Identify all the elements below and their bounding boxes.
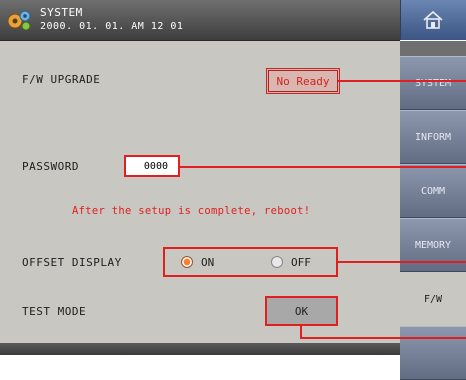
home-icon: [423, 10, 443, 29]
tab-memory[interactable]: MEMORY: [400, 218, 466, 272]
fw-upgrade-label: F/W UPGRADE: [22, 73, 101, 86]
title-bar: SYSTEM 2000. 01. 01. AM 12 01: [0, 0, 400, 41]
tab-inform[interactable]: INFORM: [400, 110, 466, 164]
tab-system[interactable]: SYSTEM: [400, 56, 466, 110]
reboot-notice: After the setup is complete, reboot!: [72, 205, 311, 217]
callout-line-ok-h: [300, 337, 466, 339]
offset-display-label: OFFSET DISPLAY: [22, 256, 122, 269]
radio-on-label: ON: [201, 256, 215, 269]
side-tabs: SYSTEM INFORM COMM MEMORY F/W: [400, 41, 466, 380]
test-mode-ok-button[interactable]: OK: [265, 296, 338, 326]
page-title: SYSTEM: [40, 6, 83, 19]
bottom-bar: [0, 343, 400, 355]
callout-line-password: [180, 166, 466, 168]
callout-line-fw: [338, 80, 466, 82]
gear-icon: [7, 10, 31, 31]
password-field[interactable]: [126, 157, 178, 175]
fw-upgrade-status: No Ready: [266, 68, 340, 94]
home-button[interactable]: [400, 0, 466, 40]
tab-comm[interactable]: COMM: [400, 164, 466, 218]
datetime-display: 2000. 01. 01. AM 12 01: [40, 21, 184, 32]
tab-blank[interactable]: [400, 326, 466, 380]
radio-off[interactable]: [271, 256, 283, 268]
test-mode-label: TEST MODE: [22, 305, 87, 318]
password-label: PASSWORD: [22, 160, 79, 173]
callout-line-offset: [338, 261, 466, 263]
app-window: SYSTEM 2000. 01. 01. AM 12 01 F/W UPGRAD…: [0, 0, 466, 380]
password-field-box: [124, 155, 180, 177]
radio-off-label: OFF: [291, 256, 311, 269]
offset-display-radio-group: ON OFF: [163, 247, 338, 277]
tab-fw[interactable]: F/W: [400, 272, 466, 326]
radio-on[interactable]: [181, 256, 193, 268]
